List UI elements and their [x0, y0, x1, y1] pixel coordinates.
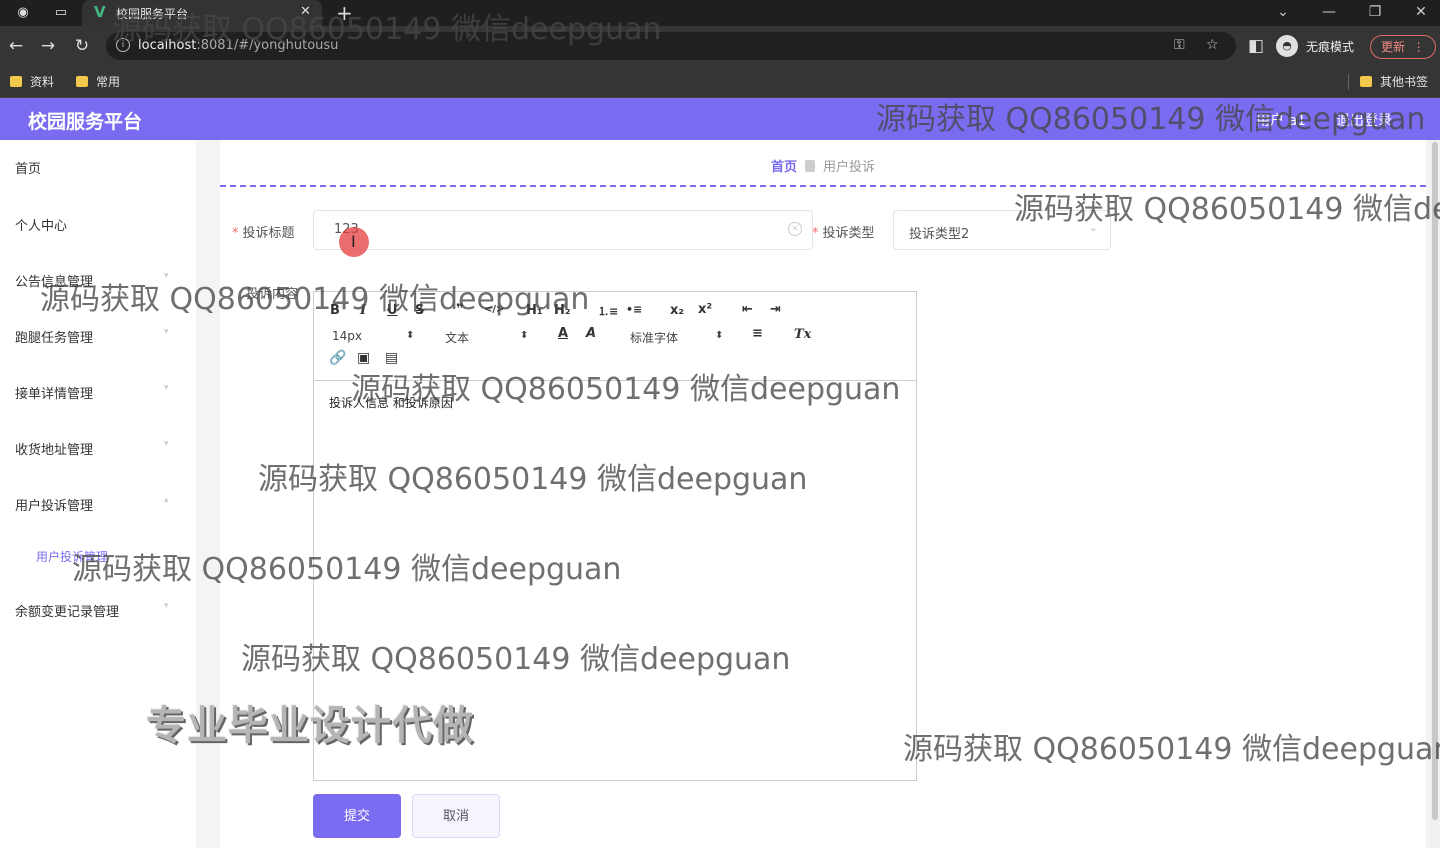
chevron-down-icon: ▾ [164, 383, 169, 393]
video-icon[interactable]: ▤ [385, 350, 398, 366]
app-title: 校园服务平台 [28, 111, 143, 133]
minimize-icon[interactable]: — [1314, 2, 1344, 22]
current-user: 用户 a1 [1256, 113, 1306, 129]
browser-menu-icon[interactable]: ◉ [14, 4, 32, 22]
type-select[interactable]: 投诉类型2 ⌄ [893, 210, 1111, 250]
sidebar-item-announcements[interactable]: 公告信息管理 ▾ [0, 259, 196, 299]
bookmark-divider [1348, 74, 1349, 90]
editor-content[interactable]: 投诉人信息 和投诉原因 [329, 394, 453, 411]
new-tab-icon[interactable]: + [336, 1, 353, 25]
breadcrumb-home[interactable]: 首页 [771, 160, 797, 175]
blockquote-button[interactable]: ❞ [456, 302, 464, 317]
content-label: 投诉内容 [246, 287, 299, 302]
chevron-down-icon: ▾ [164, 327, 169, 337]
bullet-list-button[interactable]: •≡ [626, 303, 642, 316]
underline-button[interactable]: U [387, 303, 398, 318]
header1-button[interactable]: H₁ [526, 303, 543, 318]
close-icon[interactable]: ✕ [300, 4, 311, 19]
bold-button[interactable]: B [330, 303, 340, 318]
browser-toolbar: ← → ↻ i localhost:8081/#/yonghutousu ⚿ ☆… [0, 26, 1440, 66]
header-select[interactable]: 文本 [445, 329, 469, 346]
sidebar-subitem-complaints[interactable]: 用户投诉管理 [36, 548, 108, 565]
folder-icon [76, 76, 88, 87]
sidebar-item-addresses[interactable]: 收货地址管理 ▾ [0, 427, 196, 467]
image-icon[interactable]: ▣ [357, 350, 370, 366]
sidebar-item-orders[interactable]: 接单详情管理 ▾ [0, 371, 196, 411]
sidebar-item-balance-log[interactable]: 余额变更记录管理 ▾ [0, 589, 196, 629]
clean-format-button[interactable]: Tx [794, 327, 811, 342]
folder-icon [1360, 76, 1372, 87]
tab-search-icon[interactable]: ▭ [52, 4, 70, 22]
font-family-select[interactable]: 标准字体 [630, 329, 678, 346]
browser-tabbar: ◉ ▭ V 校园服务平台 ✕ + ⌄ — ❐ ✕ [0, 0, 1440, 26]
subscript-button[interactable]: x₂ [670, 303, 684, 318]
chevron-down-icon[interactable]: ⌄ [1268, 2, 1298, 22]
outdent-button[interactable]: ⇤ [742, 302, 753, 317]
breadcrumb-separator-icon [805, 160, 815, 172]
reload-icon[interactable]: ↻ [72, 36, 92, 56]
incognito-icon: ◓ [1276, 35, 1298, 57]
back-icon[interactable]: ← [6, 36, 26, 56]
updown-icon: ⬍ [715, 330, 724, 341]
cancel-button[interactable]: 取消 [412, 794, 500, 838]
editor-toolbar: B I U S ❞ </> H₁ H₂ ⒈≡ •≡ x₂ x² ⇤ ⇥ 14px… [314, 292, 916, 381]
chevron-down-icon: ▾ [164, 271, 169, 281]
bookmarks-bar: 资料 常用 其他书签 [0, 66, 1440, 98]
app-header: 校园服务平台 用户 a1 退出登录 [0, 98, 1440, 140]
chevron-down-icon: ▾ [164, 439, 169, 449]
logout-link[interactable]: 退出登录 [1336, 110, 1392, 130]
breadcrumb-current: 用户投诉 [823, 160, 876, 175]
font-size-select[interactable]: 14px [332, 329, 362, 343]
indent-button[interactable]: ⇥ [770, 302, 781, 317]
sidebar-item-complaints[interactable]: 用户投诉管理 ▴ [0, 483, 196, 523]
browser-tab[interactable]: V 校园服务平台 ✕ [82, 0, 322, 26]
clear-icon[interactable]: ✕ [788, 222, 802, 236]
vue-logo-icon: V [94, 3, 106, 21]
tab-title: 校园服务平台 [116, 7, 189, 21]
url-text: localhost:8081/#/yonghutousu [138, 38, 339, 53]
address-bar[interactable]: i localhost:8081/#/yonghutousu ⚿ ☆ [106, 32, 1236, 60]
type-label: * 投诉类型 [812, 226, 875, 241]
title-label: * 投诉标题 [232, 226, 295, 241]
promo-overlay: 专业毕业设计代做 [146, 703, 474, 749]
header2-button[interactable]: H₂ [554, 303, 571, 318]
link-icon[interactable]: 🔗 [329, 350, 346, 366]
italic-button[interactable]: I [360, 303, 366, 318]
bookmark-folder-1[interactable]: 资料 [10, 72, 54, 92]
update-button[interactable]: 更新 ⋮ [1370, 35, 1436, 59]
info-icon[interactable]: i [116, 38, 130, 52]
text-cursor-icon: I [351, 232, 356, 251]
submit-button[interactable]: 提交 [313, 794, 401, 838]
scrollbar-thumb[interactable] [1432, 142, 1438, 820]
updown-icon: ⬍ [406, 330, 415, 341]
updown-icon: ⬍ [520, 330, 529, 341]
chevron-up-icon: ▴ [164, 495, 169, 505]
star-icon[interactable]: ☆ [1206, 37, 1219, 53]
chevron-down-icon: ▾ [164, 601, 169, 611]
superscript-button[interactable]: x² [698, 302, 712, 317]
sidebar-item-errands[interactable]: 跑腿任务管理 ▾ [0, 315, 196, 355]
chevron-down-icon: ⌄ [1088, 221, 1098, 234]
divider [220, 185, 1426, 187]
sidebar-item-profile[interactable]: 个人中心 [0, 203, 196, 243]
ordered-list-button[interactable]: ⒈≡ [598, 303, 618, 319]
key-icon[interactable]: ⚿ [1174, 37, 1185, 53]
code-block-button[interactable]: </> [484, 304, 504, 315]
restore-icon[interactable]: ❐ [1360, 2, 1390, 22]
breadcrumb: 首页 用户投诉 [220, 156, 1426, 175]
sidebar-item-home[interactable]: 首页 [0, 146, 196, 186]
type-select-value: 投诉类型2 [909, 227, 970, 242]
sidepanel-icon[interactable]: ◧ [1246, 36, 1266, 56]
text-color-button[interactable]: A [558, 326, 568, 341]
folder-icon [10, 76, 22, 87]
incognito-indicator[interactable]: ◓ 无痕模式 [1276, 34, 1362, 58]
align-button[interactable]: ≡ [752, 326, 763, 341]
forward-icon[interactable]: → [38, 36, 58, 56]
background-color-button[interactable]: A [586, 326, 596, 341]
strike-button[interactable]: S [415, 303, 424, 318]
other-bookmarks[interactable]: 其他书签 [1360, 72, 1428, 92]
title-input[interactable]: 123 ✕ [313, 210, 813, 250]
bookmark-folder-2[interactable]: 常用 [76, 72, 120, 92]
window-close-icon[interactable]: ✕ [1406, 2, 1436, 22]
